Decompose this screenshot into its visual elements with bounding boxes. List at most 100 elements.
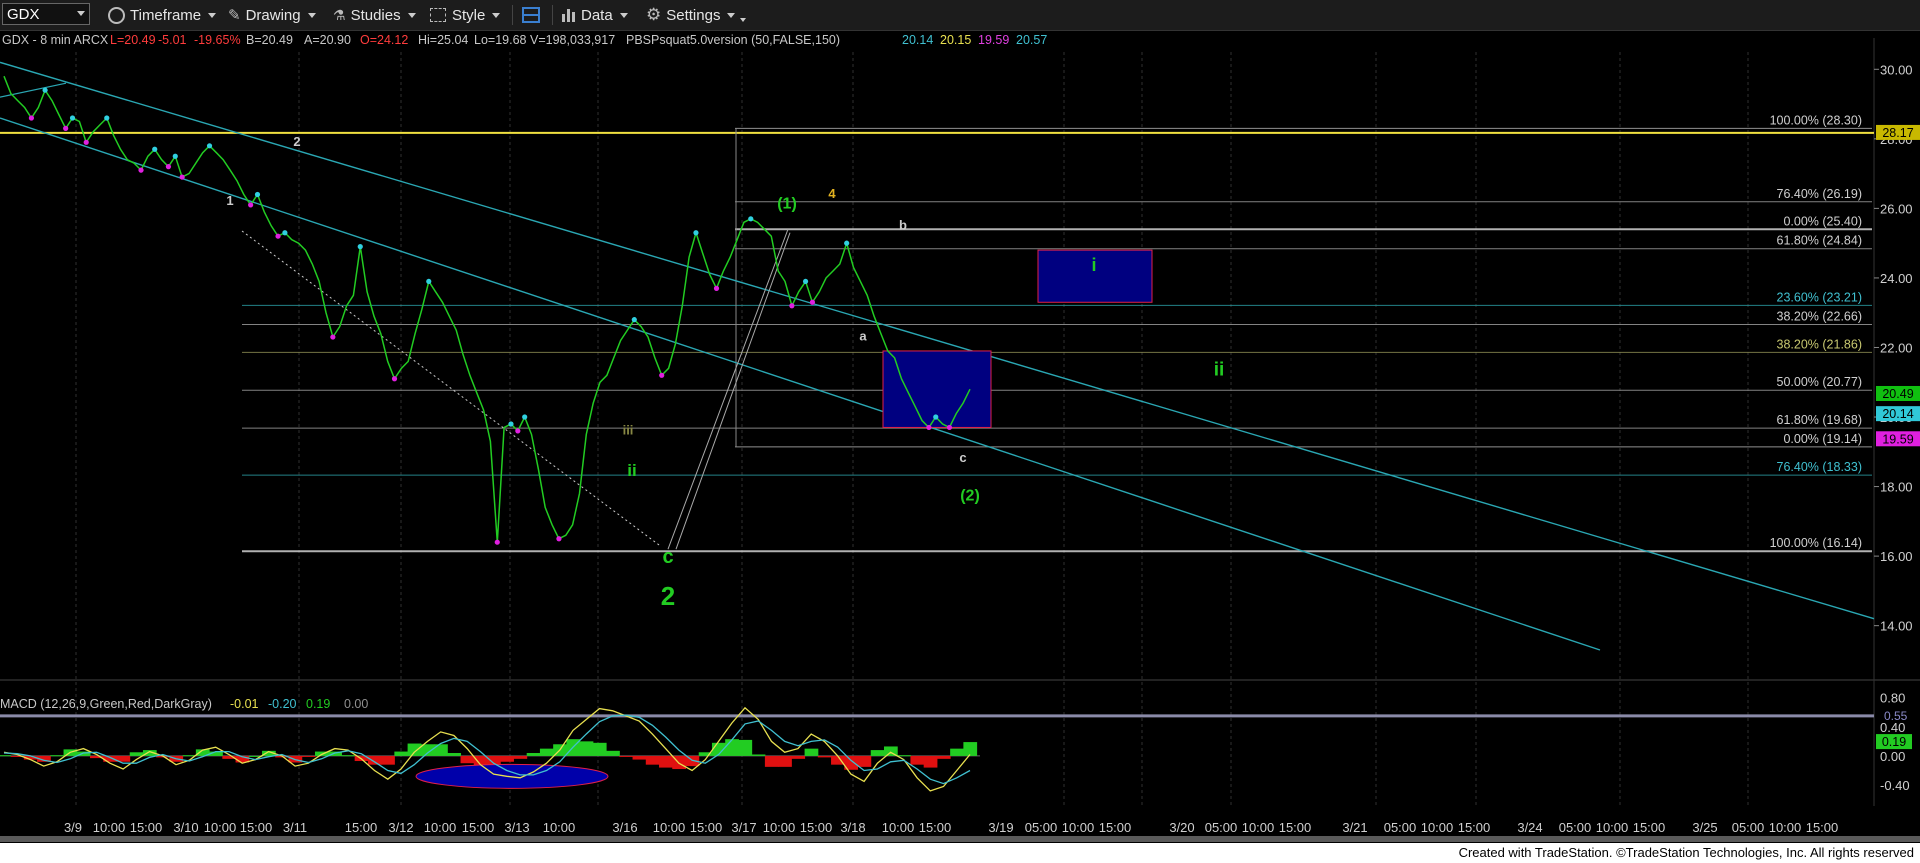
time-axis-label: 3/21	[1342, 820, 1367, 835]
time-axis-label: 3/20	[1169, 820, 1194, 835]
chevron-down-icon	[740, 18, 747, 22]
time-axis-label: 10:00	[1062, 820, 1095, 835]
time-axis-label: 10:00	[93, 820, 126, 835]
swing-low-marker	[659, 372, 665, 378]
swing-low-marker	[83, 139, 89, 145]
swing-low-marker	[515, 428, 521, 434]
layout-button[interactable]	[522, 4, 540, 26]
time-axis-label: 15:00	[919, 820, 952, 835]
macd-histogram-bar	[963, 742, 978, 756]
chart-canvas[interactable]: GDX - 8 min ARCX L=20.49 -5.01 -19.65% B=20.…	[0, 30, 1920, 836]
style-label: Style	[452, 6, 486, 24]
swing-high-marker	[508, 421, 514, 427]
macd-histogram-bar	[619, 755, 634, 757]
time-axis-label: 05:00	[1732, 820, 1765, 835]
macd-histogram-bar	[751, 754, 766, 756]
symbol-input[interactable]: GDX	[2, 3, 90, 25]
time-axis-label: 10:00	[1242, 820, 1275, 835]
macd-title: MACD (12,26,9,Green,Red,DarkGray)	[0, 697, 212, 711]
fib-label: 76.40% (26.19)	[1777, 187, 1862, 201]
wave-label: c	[662, 546, 673, 568]
header-field: Lo=19.68	[474, 33, 527, 47]
data-menu[interactable]: Data	[562, 4, 628, 26]
macd-histogram-bar	[0, 755, 12, 757]
swing-low-marker	[275, 233, 281, 239]
macd-histogram-bar	[301, 755, 316, 757]
price-badge-label: 28.17	[1882, 126, 1913, 140]
time-axis-label: 3/24	[1517, 820, 1542, 835]
price-pane[interactable]: GDX - 8 min ARCX L=20.49 -5.01 -19.65% B=20.…	[0, 33, 1920, 806]
style-icon	[430, 8, 446, 22]
swing-low-marker	[494, 539, 500, 545]
time-axis-label: 3/19	[988, 820, 1013, 835]
style-menu[interactable]: Style	[430, 4, 501, 26]
y-tick-label: 26.00	[1880, 201, 1913, 216]
settings-menu[interactable]: ⚙ Settings	[646, 4, 747, 26]
swing-high-marker	[282, 230, 288, 236]
header-field: 19.59	[978, 33, 1009, 47]
macd-histogram-bar	[950, 748, 964, 756]
macd-pane[interactable]: MACD (12,26,9,Green,Red,DarkGray) -0.01 -0…	[0, 691, 1912, 793]
y-tick-label: 22.00	[1880, 340, 1913, 355]
gear-icon: ⚙	[646, 5, 662, 24]
chevron-down-icon	[727, 12, 736, 18]
time-axis-label: 10:00	[653, 820, 686, 835]
time-axis-label: 05:00	[1384, 820, 1417, 835]
swing-low-marker	[713, 285, 720, 291]
chevron-down-icon	[307, 12, 316, 18]
price-badge-label: 20.49	[1882, 387, 1913, 401]
settings-label: Settings	[666, 6, 721, 24]
swing-high-marker	[357, 244, 363, 250]
channel-line-upper	[0, 61, 1875, 620]
studies-menu[interactable]: ⚗ Studies	[333, 4, 416, 26]
time-axis-label: 10:00	[424, 820, 457, 835]
symbol-text: GDX	[7, 5, 40, 23]
macd-header-value: 0.00	[344, 697, 368, 711]
wave-label: 2	[293, 134, 300, 149]
macd-y-tick-label: -0.40	[1880, 778, 1910, 793]
macd-histogram-bar	[341, 755, 356, 757]
chevron-down-icon[interactable]	[77, 11, 85, 16]
time-axis-label: 15:00	[1633, 820, 1666, 835]
swing-low-marker	[789, 303, 795, 309]
macd-histogram-bar	[804, 748, 819, 756]
y-tick-label: 30.00	[1880, 62, 1913, 77]
time-axis-label: 3/17	[731, 820, 756, 835]
time-axis-label: 3/16	[612, 820, 637, 835]
swing-high-marker	[254, 191, 261, 198]
swing-low-marker	[926, 424, 932, 431]
wave-label: (1)	[777, 195, 797, 212]
fib-label: 100.00% (16.14)	[1770, 536, 1862, 550]
time-axis-label: 15:00	[1279, 820, 1312, 835]
header-field: A=20.90	[304, 33, 351, 47]
macd-histogram-bar	[606, 750, 620, 756]
toolbar: GDX Timeframe ✎ Drawing ⚗ Studies Style …	[0, 0, 1920, 31]
macd-y-tick-label: 0.00	[1880, 749, 1905, 764]
time-axis: 3/9 10:00 15:00 3/10 10:00 15:00 3/11 15:00 3/12…	[64, 820, 1838, 835]
time-axis-label: 10:00	[1769, 820, 1802, 835]
time-axis-label: 10:00	[1596, 820, 1629, 835]
swing-low-marker	[248, 202, 254, 208]
data-label: Data	[581, 6, 613, 24]
timeframe-menu[interactable]: Timeframe	[108, 4, 217, 26]
swing-low-marker	[138, 167, 144, 173]
time-axis-label: 3/12	[388, 820, 413, 835]
time-axis-label: 10:00	[1421, 820, 1454, 835]
horizontal-scrollbar[interactable]	[0, 836, 1920, 842]
timeframe-label: Timeframe	[130, 6, 202, 24]
header-field: B=20.49	[246, 33, 293, 47]
swing-low-marker	[556, 536, 562, 542]
drawing-menu[interactable]: ✎ Drawing	[228, 4, 316, 26]
header-field: V=198,033,917	[530, 33, 615, 47]
wave-label: 2	[661, 581, 675, 611]
time-axis-label: 05:00	[1559, 820, 1592, 835]
swing-high-marker	[748, 216, 754, 222]
time-axis-label: 3/10	[173, 820, 198, 835]
macd-histogram-bar	[129, 752, 144, 756]
price-badge-label: 20.14	[1882, 407, 1913, 421]
macd-histogram-bar	[500, 755, 514, 762]
macd-header-value: -0.20	[268, 697, 297, 711]
macd-histogram-bar	[778, 755, 792, 767]
swing-low-marker	[63, 125, 69, 132]
time-axis-label: 10:00	[543, 820, 576, 835]
